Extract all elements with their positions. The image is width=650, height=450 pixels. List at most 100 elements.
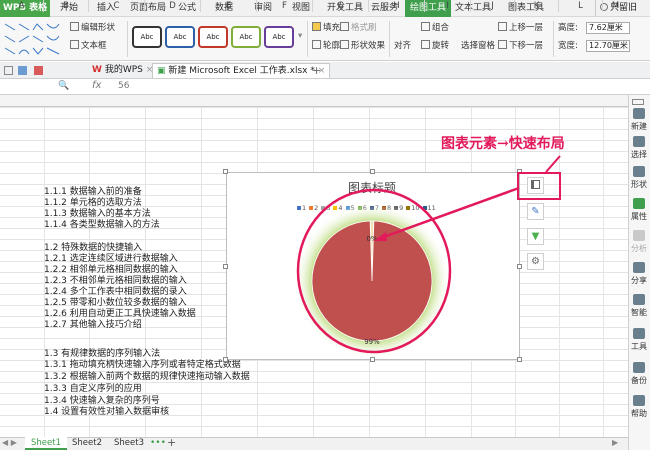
smart-icon <box>633 294 645 305</box>
select-pane-button[interactable]: 选择窗格 <box>461 40 495 52</box>
height-field[interactable]: 7.62厘米 <box>586 22 630 34</box>
sidebar-item-shape[interactable]: 形状 <box>628 166 650 190</box>
sidebar-label: 分享 <box>631 276 647 285</box>
sidebar-item-backup[interactable]: 备份 <box>628 362 650 386</box>
sidebar-item-help[interactable]: 帮助 <box>628 395 650 419</box>
annotation-arrows <box>374 155 561 241</box>
shape-style-2[interactable]: Abc <box>165 26 195 48</box>
ribbon-divider <box>553 21 554 57</box>
column-header-e[interactable]: E <box>201 0 257 12</box>
fill-button[interactable]: 填充 <box>312 22 340 34</box>
cell-text[interactable]: 1.1.4 各类型数据输入的方法 <box>44 220 160 231</box>
column-header-h[interactable]: H <box>369 0 425 12</box>
rotate-label: 旋转 <box>432 41 450 51</box>
data-label-1[interactable]: 99% <box>364 338 380 346</box>
align-button[interactable]: 对齐 <box>394 40 411 52</box>
shape-style-4[interactable]: Abc <box>231 26 261 48</box>
column-header-a[interactable]: A <box>0 0 44 12</box>
shape-style-5[interactable]: Abc <box>264 26 294 48</box>
cell-text[interactable]: 1.2.2 相邻单元格相同数据的输入 <box>44 265 178 276</box>
align-label: 对齐 <box>394 41 412 51</box>
sheet-tab-1[interactable]: Sheet1 <box>25 437 67 450</box>
tab-my-wps[interactable]: W 我的WPS × <box>88 63 157 78</box>
shape-gallery-icon[interactable] <box>2 20 62 58</box>
cell-text[interactable]: 1.3.2 根据输入前两个数据的规律快速拖动输入数据 <box>44 372 250 383</box>
more-sheets-icon[interactable]: ••• <box>150 437 166 450</box>
sidebar-item-analysis[interactable]: 分析 <box>628 230 650 254</box>
edit-shape-button[interactable]: 编辑形状 <box>70 22 115 34</box>
sidebar-label: 属性 <box>631 212 647 221</box>
cell-text[interactable]: 1.3 有规律数据的序列输入法 <box>44 349 160 360</box>
cell-text[interactable]: 1.2 特殊数据的快捷输入 <box>44 243 142 254</box>
shape-effects-label: 形状效果 <box>351 41 386 51</box>
column-header-j[interactable]: J <box>471 0 515 12</box>
column-header-m[interactable]: M <box>603 0 628 12</box>
shape-icon <box>633 166 645 177</box>
style-gallery-arrow-icon[interactable]: ▾ <box>298 30 302 42</box>
cell-text[interactable]: 1.1.1 数据输入前的准备 <box>44 187 142 198</box>
add-sheet-button[interactable]: + <box>167 436 176 449</box>
width-field[interactable]: 12.70厘米 <box>586 40 630 52</box>
shape-effects-button[interactable]: 形状效果 <box>340 40 385 52</box>
zoom-icon[interactable]: 🔍 <box>58 81 69 91</box>
group-icon <box>421 22 430 31</box>
cell-text[interactable]: 1.3.1 拖动填充柄快速输入序列或者特定格式数据 <box>44 360 241 371</box>
grid-line <box>603 107 604 437</box>
cell-text[interactable]: 1.2.1 选定连续区域进行数据输入 <box>44 254 178 265</box>
sheet-tab-3[interactable]: Sheet3 <box>108 437 150 450</box>
cell-text[interactable]: 1.1.2 单元格的选取方法 <box>44 198 142 209</box>
new-tab-button[interactable]: + <box>312 64 321 77</box>
rotate-button[interactable]: 旋转 <box>421 40 449 52</box>
cell-text[interactable]: 1.2.6 利用自动更正工具快速输入数据 <box>44 309 196 320</box>
save-icon[interactable] <box>18 66 27 75</box>
fill-label: 填充 <box>323 23 341 33</box>
scroll-right-icon[interactable]: ▶ <box>612 438 618 447</box>
column-header-i[interactable]: I <box>425 0 471 12</box>
column-header-g[interactable]: G <box>313 0 369 12</box>
text-box-button[interactable]: 文本框 <box>70 40 107 52</box>
shape-style-3[interactable]: Abc <box>198 26 228 48</box>
column-header-l[interactable]: L <box>559 0 603 12</box>
sidebar-item-select[interactable]: 选择 <box>628 136 650 160</box>
format-brush-label: 格式刷 <box>351 23 377 33</box>
sheet-nav-arrows-icon[interactable]: ◀ ▶ <box>2 438 17 447</box>
outline-button[interactable]: 轮廓 <box>312 40 340 52</box>
bring-forward-label: 上移一层 <box>509 23 544 33</box>
format-brush-button[interactable]: 格式刷 <box>340 22 377 34</box>
cell-text[interactable]: 1.2.5 带零和小数位较多数据的输入 <box>44 298 187 309</box>
column-header-c[interactable]: C <box>89 0 145 12</box>
sidebar-item-properties[interactable]: 属性 <box>628 198 650 222</box>
send-backward-button[interactable]: 下移一层 <box>498 40 543 52</box>
column-header-f[interactable]: F <box>257 0 313 12</box>
cell-text[interactable]: 1.2.7 其他输入技巧介绍 <box>44 320 142 331</box>
sidebar-item-share[interactable]: 分享 <box>628 262 650 286</box>
fx-icon[interactable]: fx <box>92 80 101 91</box>
properties-icon <box>633 198 645 209</box>
quick-access-icon[interactable] <box>4 66 13 75</box>
bring-forward-button[interactable]: 上移一层 <box>498 22 543 34</box>
column-header-d[interactable]: D <box>145 0 201 12</box>
print-icon[interactable] <box>34 66 43 75</box>
sheet-tab-2[interactable]: Sheet2 <box>66 437 108 450</box>
sidebar-item-new[interactable]: 新建 <box>628 108 650 132</box>
sidebar-item-tools[interactable]: 工具 <box>628 328 650 352</box>
cell-text[interactable]: 1.2.4 多个工作表中相同数据的录入 <box>44 287 187 298</box>
cell-text[interactable]: 1.1.3 数据输入的基本方法 <box>44 209 151 220</box>
sidebar-item-smart[interactable]: 智能 <box>628 294 650 318</box>
brush-icon <box>340 22 349 31</box>
cursor-icon <box>633 136 645 147</box>
cell-text[interactable]: 1.2.3 不相邻单元格相同数据的输入 <box>44 276 187 287</box>
formula-input[interactable]: 56 <box>118 81 129 91</box>
sidebar-collapse-icon[interactable] <box>632 99 644 105</box>
shape-style-1[interactable]: Abc <box>132 26 162 48</box>
tab-document[interactable]: ▣ 新建 Microsoft Excel 工作表.xlsx * × <box>152 63 331 78</box>
column-header-b[interactable]: B <box>44 0 89 12</box>
cell-text[interactable]: 1.3.3 自定义序列的应用 <box>44 384 142 395</box>
group-button[interactable]: 组合 <box>421 22 449 34</box>
sidebar-label: 工具 <box>631 342 647 351</box>
column-header-k[interactable]: K <box>515 0 559 12</box>
cell-text[interactable]: 1.4 设置有效性对输入数据审核 <box>44 407 169 418</box>
cell-text[interactable]: 1.3.4 快速输入复杂的序列号 <box>44 396 160 407</box>
new-icon <box>633 108 645 119</box>
chart-settings-button[interactable]: ⚙ <box>527 253 544 270</box>
